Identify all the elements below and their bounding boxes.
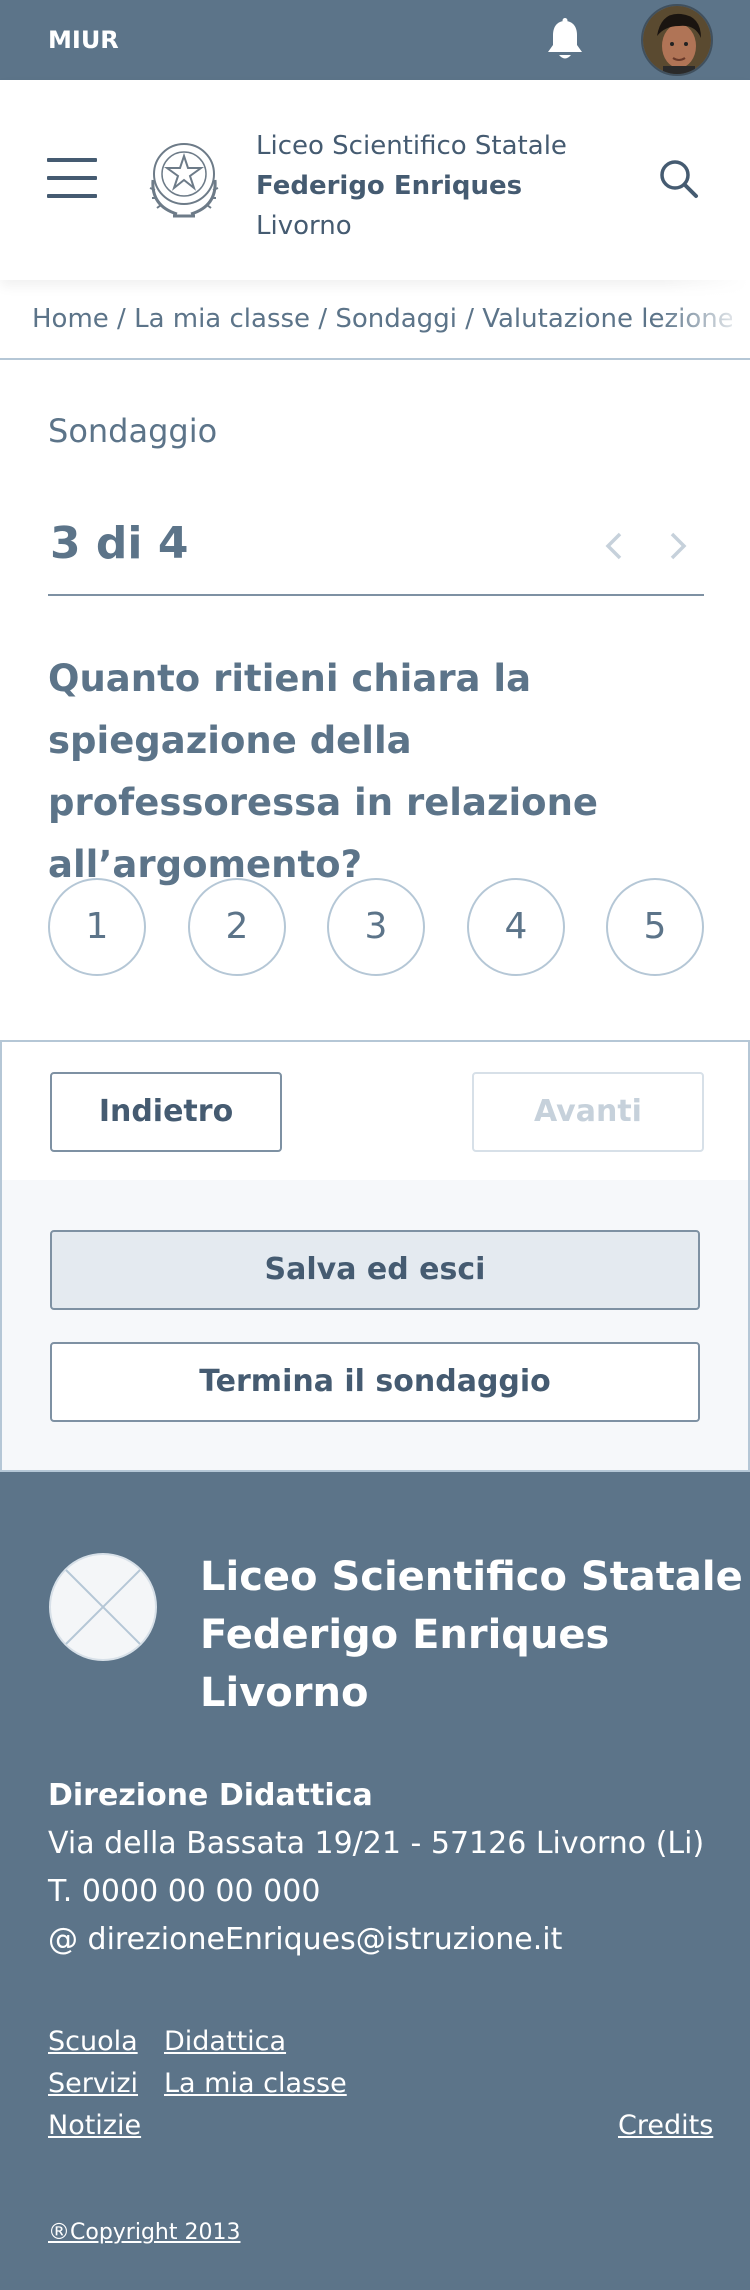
top-bar: MIUR	[0, 0, 750, 80]
breadcrumb: Home / La mia classe / Sondaggi / Valuta…	[0, 280, 750, 360]
site-header: Liceo Scientifico Statale Federigo Enriq…	[0, 80, 750, 280]
survey-question: Quanto ritieni chiara la spiegazione del…	[48, 657, 599, 886]
survey-actions: Salva ed esci Termina il sondaggio	[0, 1180, 750, 1472]
footer-title-line1: Liceo Scientifico Statale	[200, 1554, 743, 1600]
ministry-brand[interactable]: MIUR	[48, 26, 119, 54]
school-name: Liceo Scientifico Statale Federigo Enriq…	[256, 126, 567, 246]
footer-title-line3: Livorno	[200, 1670, 369, 1716]
placeholder-logo-icon	[48, 1552, 158, 1662]
bell-icon[interactable]	[540, 16, 590, 66]
end-survey-button[interactable]: Termina il sondaggio	[50, 1342, 700, 1422]
breadcrumb-la-mia-classe[interactable]: La mia classe	[134, 304, 310, 334]
search-icon[interactable]	[658, 158, 700, 200]
save-and-exit-button[interactable]: Salva ed esci	[50, 1230, 700, 1310]
breadcrumb-fade	[660, 280, 750, 358]
rating-option-1[interactable]: 1	[48, 878, 146, 976]
footer-link-didattica[interactable]: Didattica	[164, 2026, 286, 2057]
site-footer: Liceo Scientifico Statale Federigo Enriq…	[0, 1472, 750, 2290]
contact-phone: T. 0000 00 00 000	[48, 1874, 321, 1909]
next-button[interactable]: Avanti	[472, 1072, 704, 1152]
hamburger-icon[interactable]	[47, 158, 97, 198]
survey-navigation: Indietro Avanti	[0, 1040, 750, 1182]
footer-link-scuola[interactable]: Scuola	[48, 2026, 138, 2057]
rating-option-2[interactable]: 2	[188, 878, 286, 976]
copyright[interactable]: ®Copyright 2013	[48, 2220, 240, 2245]
breadcrumb-home[interactable]: Home	[32, 304, 109, 334]
rating-option-4[interactable]: 4	[467, 878, 565, 976]
contact-heading: Direzione Didattica	[48, 1778, 373, 1813]
breadcrumb-separator: /	[318, 304, 328, 334]
school-name-line3: Livorno	[256, 211, 352, 241]
footer-link-notizie[interactable]: Notizie	[48, 2110, 141, 2141]
step-counter: 3 di 4	[50, 518, 189, 569]
breadcrumb-sondaggi[interactable]: Sondaggi	[335, 304, 457, 334]
back-button[interactable]: Indietro	[50, 1072, 282, 1152]
rating-option-5[interactable]: 5	[606, 878, 704, 976]
footer-title-line2: Federigo Enriques	[200, 1612, 610, 1658]
school-name-line1: Liceo Scientifico Statale	[256, 131, 567, 161]
chevron-right-icon[interactable]	[668, 530, 688, 570]
contact-address: Via della Bassata 19/21 - 57126 Livorno …	[48, 1826, 705, 1861]
footer-school-name: Liceo Scientifico Statale Federigo Enriq…	[200, 1548, 743, 1722]
italian-republic-emblem	[143, 130, 225, 222]
survey-label: Sondaggio	[48, 412, 218, 450]
footer-link-la-mia-classe[interactable]: La mia classe	[164, 2068, 347, 2099]
user-avatar[interactable]	[641, 4, 713, 76]
breadcrumb-separator: /	[465, 304, 474, 334]
step-indicator: 3 di 4	[48, 508, 704, 596]
school-name-line2: Federigo Enriques	[256, 171, 523, 201]
rating-options: 1 2 3 4 5	[48, 878, 704, 978]
footer-contacts: Direzione Didattica Via della Bassata 19…	[48, 1772, 704, 1964]
footer-link-servizi[interactable]: Servizi	[48, 2068, 138, 2099]
contact-email[interactable]: @ direzioneEnriques@istruzione.it	[48, 1916, 704, 1964]
breadcrumb-separator: /	[117, 304, 126, 334]
chevron-left-icon[interactable]	[604, 530, 624, 570]
rating-option-3[interactable]: 3	[327, 878, 425, 976]
footer-link-credits[interactable]: Credits	[618, 2110, 713, 2141]
